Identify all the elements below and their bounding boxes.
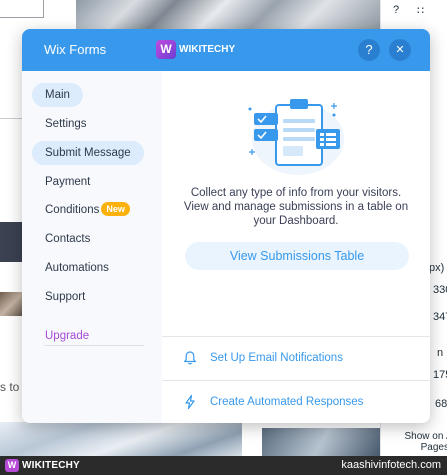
sidebar-item-label: Automations xyxy=(45,262,109,274)
help-icon[interactable]: ? xyxy=(393,4,399,16)
sidebar-item-main[interactable]: Main xyxy=(32,83,83,107)
panel-sidebar: Main Settings Submit Message Payment Con… xyxy=(22,71,162,423)
sidebar-item-label: Conditions xyxy=(45,204,100,216)
help-button[interactable]: ? xyxy=(358,39,380,61)
wikitechy-logo-icon: W xyxy=(5,459,19,472)
view-submissions-button[interactable]: View Submissions Table xyxy=(185,242,409,270)
sidebar-item-submit-message[interactable]: Submit Message xyxy=(32,141,144,165)
canvas-text-fragment: s to xyxy=(0,380,20,394)
bell-icon xyxy=(183,351,197,365)
canvas-image-bottom xyxy=(0,422,242,456)
sidebar-item-label: Settings xyxy=(45,118,87,130)
sidebar-item-label: Contacts xyxy=(45,233,91,245)
footer-brand: WIKITECHY xyxy=(22,460,80,471)
panel-header: Wix Forms W WIKITECHY ? ✕ xyxy=(22,29,430,71)
inspector-value: 347 xyxy=(433,311,447,323)
sidebar-item-label: Payment xyxy=(45,176,91,188)
wix-forms-panel: Wix Forms W WIKITECHY ? ✕ Main Settings … xyxy=(22,29,430,423)
new-badge: New xyxy=(101,202,130,216)
show-on-pages-label: Show on / Pages xyxy=(404,431,447,453)
canvas-image-bottom-right xyxy=(262,428,382,456)
grid-icon[interactable]: ∷ xyxy=(417,4,424,17)
sidebar-item-contacts[interactable]: Contacts xyxy=(32,227,103,251)
sidebar-item-label: Main xyxy=(45,89,70,101)
panel-description: Collect any type of info from your visit… xyxy=(183,187,409,227)
panel-content: Collect any type of info from your visit… xyxy=(162,71,430,423)
inspector-value: 330 xyxy=(433,284,447,296)
canvas-divider xyxy=(0,118,24,119)
inspector-value: 68 xyxy=(435,398,447,410)
upgrade-link[interactable]: Upgrade xyxy=(32,324,102,348)
forms-clipboard-illustration xyxy=(248,99,344,175)
panel-title: Wix Forms xyxy=(44,42,107,57)
canvas-image-thumb xyxy=(0,292,24,316)
canvas-element-dark xyxy=(0,222,24,262)
sidebar-item-automations[interactable]: Automations xyxy=(32,256,122,280)
wikitechy-logo-icon: W xyxy=(156,40,176,59)
sidebar-item-conditions[interactable]: Conditions New xyxy=(32,198,143,222)
inspector-value: n xyxy=(437,347,444,359)
automated-responses-action[interactable]: Create Automated Responses xyxy=(162,380,430,423)
sidebar-item-label: Support xyxy=(45,291,86,303)
canvas-frame xyxy=(0,0,44,18)
email-notifications-action[interactable]: Set Up Email Notifications xyxy=(162,336,430,380)
inspector-value: px) xyxy=(429,262,445,274)
action-label: Create Automated Responses xyxy=(210,396,364,408)
sidebar-item-support[interactable]: Support xyxy=(32,285,98,309)
close-button[interactable]: ✕ xyxy=(389,39,411,61)
action-label: Set Up Email Notifications xyxy=(210,352,343,364)
lightning-icon xyxy=(185,394,195,410)
sidebar-item-payment[interactable]: Payment xyxy=(32,170,103,194)
watermark-footer: W WIKITECHY kaashivinfotech.com xyxy=(0,456,447,475)
wikitechy-brand: WIKITECHY xyxy=(179,44,236,55)
sidebar-item-label: Submit Message xyxy=(45,147,131,159)
footer-site: kaashivinfotech.com xyxy=(341,459,441,471)
inspector-value: 175 xyxy=(433,369,447,381)
sidebar-item-settings[interactable]: Settings xyxy=(32,112,100,136)
